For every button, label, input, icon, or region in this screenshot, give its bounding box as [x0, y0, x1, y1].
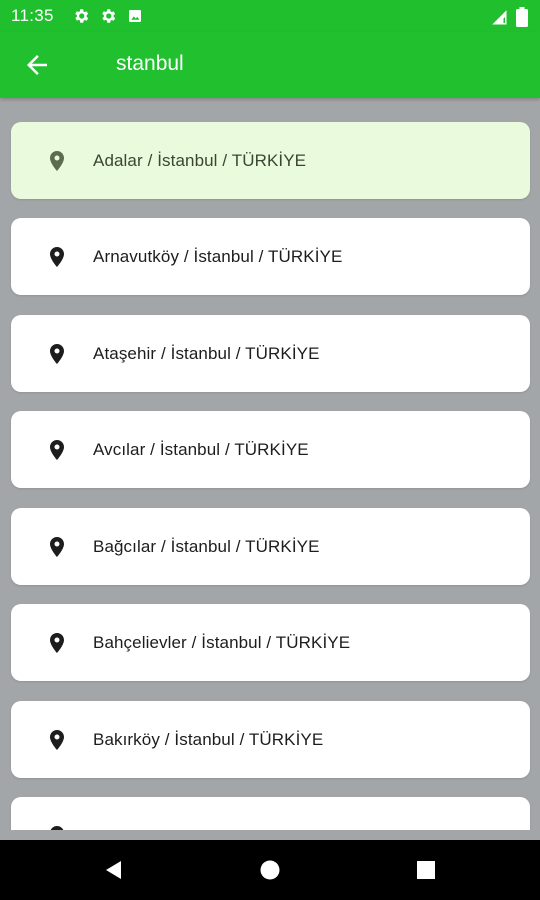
location-pin-icon	[45, 148, 69, 174]
list-item[interactable]: Ataşehir / İstanbul / TÜRKİYE	[11, 315, 530, 392]
signal-icon	[490, 8, 508, 26]
nav-recents-button[interactable]	[414, 858, 438, 882]
location-pin-icon	[45, 534, 69, 560]
home-circle-icon	[258, 858, 282, 882]
list-item-label: Bakırköy / İstanbul / TÜRKİYE	[93, 730, 324, 749]
back-triangle-icon	[102, 858, 126, 882]
settings-icon	[99, 7, 117, 25]
list-item[interactable]: Adalar / İstanbul / TÜRKİYE	[11, 122, 530, 199]
list-item[interactable]	[11, 797, 530, 830]
status-bar: 11:35	[0, 0, 540, 32]
photo-icon	[126, 7, 144, 25]
list-item-label: Arnavutköy / İstanbul / TÜRKİYE	[93, 247, 343, 266]
location-pin-icon	[45, 630, 69, 656]
list-item[interactable]: Arnavutköy / İstanbul / TÜRKİYE	[11, 218, 530, 295]
location-pin-icon	[45, 244, 69, 270]
location-list[interactable]: Adalar / İstanbul / TÜRKİYE Arnavutköy /…	[0, 98, 540, 830]
recents-square-icon	[414, 858, 438, 882]
page-title: stanbul	[116, 52, 184, 75]
location-pin-icon	[45, 341, 69, 367]
back-button[interactable]	[22, 50, 52, 80]
battery-icon	[516, 7, 528, 27]
list-item[interactable]: Avcılar / İstanbul / TÜRKİYE	[11, 411, 530, 488]
nav-home-button[interactable]	[258, 858, 282, 882]
status-notification-icons	[72, 7, 144, 25]
location-pin-icon	[45, 823, 69, 830]
arrow-left-icon	[22, 50, 52, 80]
status-system-icons	[490, 7, 528, 27]
list-item-label: Bağcılar / İstanbul / TÜRKİYE	[93, 537, 320, 556]
list-item-label: Adalar / İstanbul / TÜRKİYE	[93, 151, 307, 170]
list-item-label: Bahçelievler / İstanbul / TÜRKİYE	[93, 633, 351, 652]
app-bar: stanbul	[0, 32, 540, 98]
list-item-label: Avcılar / İstanbul / TÜRKİYE	[93, 440, 309, 459]
list-item[interactable]: Bakırköy / İstanbul / TÜRKİYE	[11, 701, 530, 778]
list-item[interactable]: Bağcılar / İstanbul / TÜRKİYE	[11, 508, 530, 585]
location-pin-icon	[45, 727, 69, 753]
nav-back-button[interactable]	[102, 858, 126, 882]
settings-icon	[72, 7, 90, 25]
navigation-bar	[0, 840, 540, 900]
location-pin-icon	[45, 437, 69, 463]
status-time: 11:35	[11, 6, 54, 25]
list-item[interactable]: Bahçelievler / İstanbul / TÜRKİYE	[11, 604, 530, 681]
list-item-label: Ataşehir / İstanbul / TÜRKİYE	[93, 344, 320, 363]
